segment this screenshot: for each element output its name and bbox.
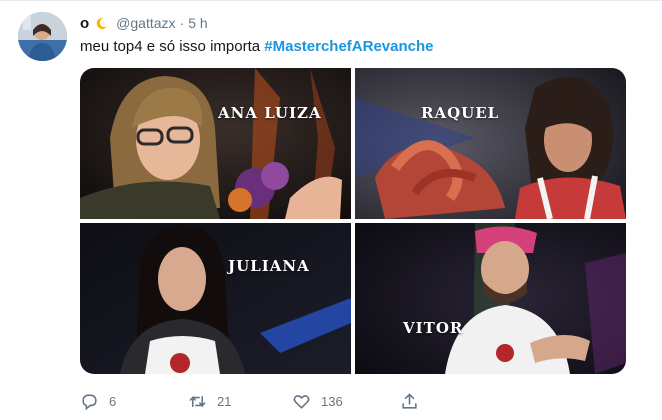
panel-label: JULIANA bbox=[228, 257, 310, 275]
crescent-moon-icon bbox=[96, 17, 108, 29]
separator-dot: · bbox=[179, 15, 185, 31]
photo-vitor bbox=[355, 223, 626, 374]
reply-button[interactable]: 6 bbox=[80, 392, 116, 411]
panel-label: ANA LUIZA bbox=[218, 104, 322, 122]
retweet-count: 21 bbox=[217, 394, 232, 409]
display-name[interactable]: o bbox=[80, 15, 89, 32]
tweet-header: o @gattazx · 5 h bbox=[80, 14, 208, 32]
reply-icon bbox=[82, 394, 97, 411]
panel-label: VITOR bbox=[403, 319, 464, 337]
tweet-text-plain: meu top4 e só isso importa bbox=[80, 38, 265, 55]
retweet-icon bbox=[189, 395, 206, 408]
like-count: 136 bbox=[321, 394, 343, 409]
photo-ana-luiza bbox=[80, 68, 351, 219]
tweet[interactable]: o @gattazx · 5 h meu top4 e só isso impo… bbox=[0, 0, 662, 420]
share-icon bbox=[402, 393, 417, 409]
heart-icon bbox=[293, 395, 310, 409]
user-handle[interactable]: @gattazx bbox=[116, 15, 175, 31]
media-grid[interactable]: ANA LUIZA RAQUEL JULIANA VITOR bbox=[80, 68, 626, 374]
tweet-timestamp[interactable]: 5 h bbox=[188, 15, 207, 31]
share-button[interactable] bbox=[400, 392, 429, 411]
photo-raquel bbox=[355, 68, 626, 219]
photo-juliana bbox=[80, 223, 351, 374]
retweet-button[interactable]: 21 bbox=[188, 392, 231, 411]
avatar-image bbox=[18, 12, 67, 61]
media-photo-raquel[interactable]: RAQUEL bbox=[355, 68, 626, 219]
media-photo-vitor[interactable]: VITOR bbox=[355, 223, 626, 374]
reply-count: 6 bbox=[109, 394, 117, 409]
tweet-text: meu top4 e só isso importa #MasterchefAR… bbox=[80, 38, 434, 55]
media-photo-juliana[interactable]: JULIANA bbox=[80, 223, 351, 374]
hashtag-link[interactable]: #MasterchefARevanche bbox=[264, 38, 433, 55]
like-button[interactable]: 136 bbox=[292, 392, 343, 411]
media-photo-ana-luiza[interactable]: ANA LUIZA bbox=[80, 68, 351, 219]
tweet-actions: 6 21 136 bbox=[80, 392, 626, 414]
panel-label: RAQUEL bbox=[421, 104, 500, 122]
avatar[interactable] bbox=[18, 12, 67, 61]
